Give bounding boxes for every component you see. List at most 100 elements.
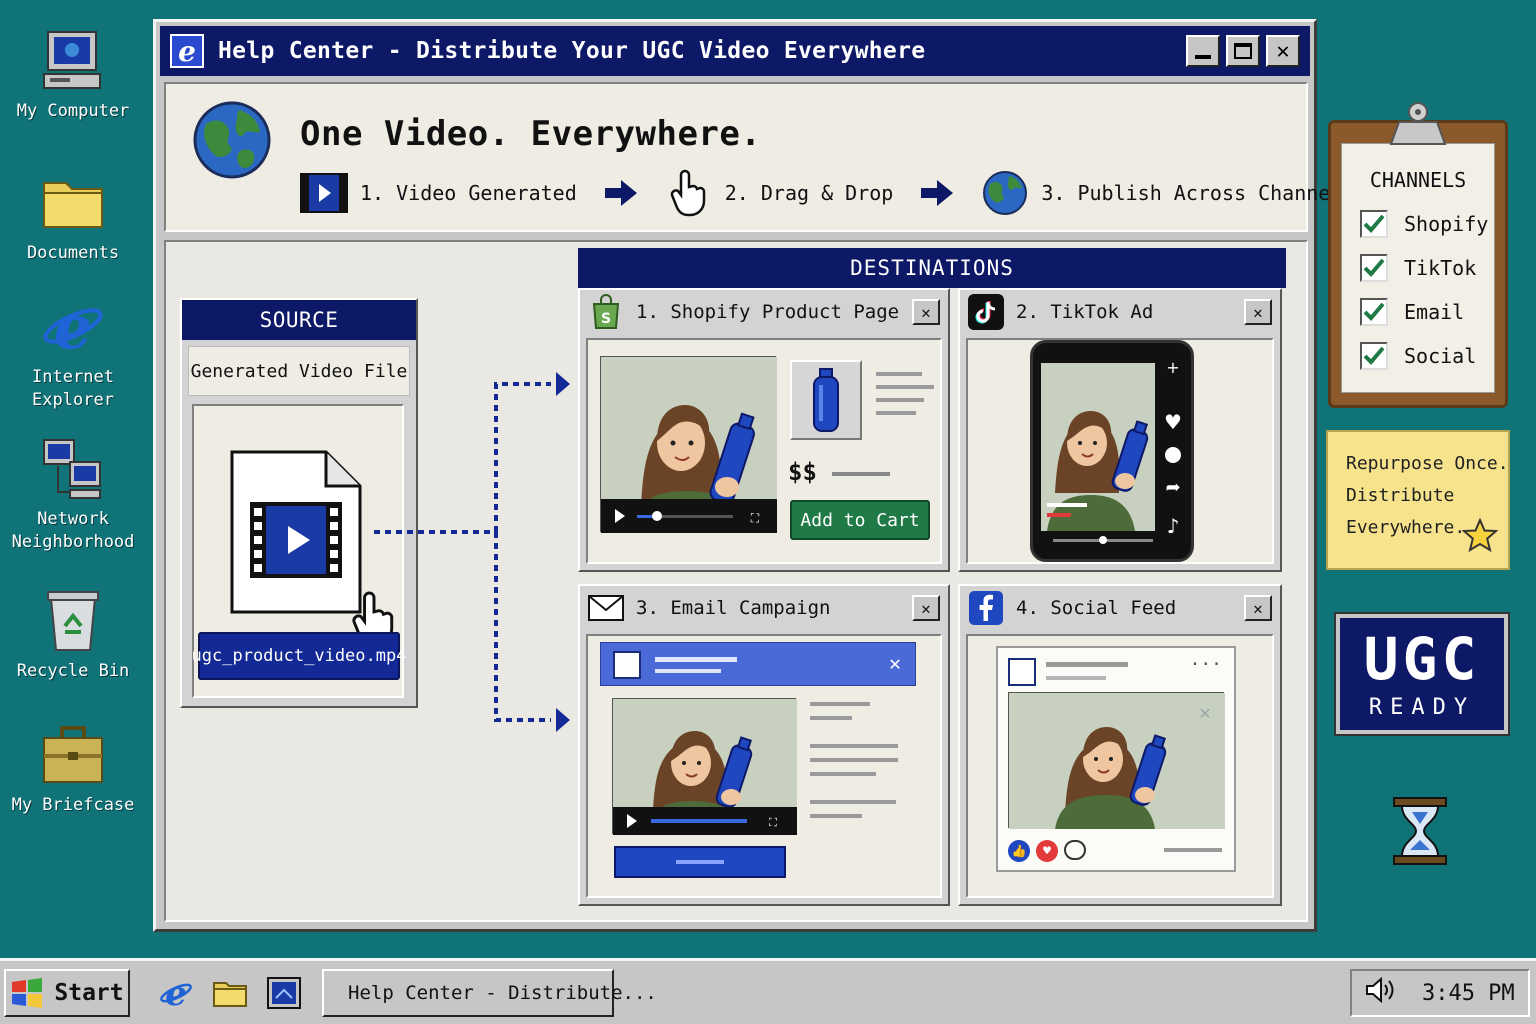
taskbar-item-help-center[interactable]: Help Center - Distribute... [322,969,657,1017]
channel-checkbox-email[interactable]: Email [1360,298,1464,326]
maximize-button[interactable] [1226,35,1260,67]
heart-icon[interactable]: ♥ [1036,840,1058,862]
browser-icon: e [170,34,204,68]
speaker-icon[interactable] [1365,976,1395,1009]
close-button[interactable]: ✕ [1266,35,1300,67]
channel-label: Shopify [1404,212,1489,236]
channel-checkbox-shopify[interactable]: Shopify [1360,210,1488,238]
maximize-icon [1234,43,1252,59]
close-icon: ✕ [921,598,931,618]
monitor-icon [267,977,301,1009]
svg-text:e: e [54,294,92,360]
svg-text:✕: ✕ [1198,704,1211,723]
folder-icon [213,982,247,1007]
bottle-icon [813,368,839,432]
close-panel-button[interactable]: ✕ [912,299,940,325]
minimize-button[interactable] [1186,35,1220,67]
desktop-icon-internet-explorer[interactable]: e Internet Explorer [10,294,136,412]
more-options-icon[interactable]: ··· [1189,654,1222,675]
facebook-icon [968,590,1004,626]
clock: 3:45 PM [1421,980,1515,1006]
window-titlebar[interactable]: e Help Center - Distribute Your UGC Vide… [160,26,1310,76]
phone-mockup[interactable]: + ♥ ➦ ♪ [1030,340,1194,562]
desktop-icon-my-briefcase[interactable]: My Briefcase [10,722,136,817]
video-document-icon [230,450,364,620]
like-icon[interactable]: 👍 [1008,840,1030,862]
hero-banner: One Video. Everywhere. 1. Video Generate… [164,82,1354,232]
internet-explorer-icon: e [40,294,106,360]
social-post-card[interactable]: ··· ✕ 👍 ♥ [996,646,1236,872]
email-sender-line [655,657,737,662]
email-sender-line [655,669,721,673]
globe-icon [192,100,272,180]
svg-text:⛶: ⛶ [769,816,777,829]
ugc-ready-badge: UGC READY [1334,612,1510,736]
channel-label: TikTok [1404,256,1477,280]
checkmark-icon [1360,342,1388,370]
avatar [1008,658,1036,686]
flow-connector [374,372,570,732]
social-preview: ··· ✕ 👍 ♥ [966,634,1274,898]
email-body-lines [810,702,906,818]
close-panel-button[interactable]: ✕ [912,595,940,621]
channel-label: Email [1404,300,1465,324]
desktop-icon-network-neighborhood[interactable]: Network Neighborhood [10,436,136,554]
panel-header: S 1. Shopify Product Page ✕ [580,290,948,334]
svg-text:e: e [178,35,196,68]
description-lines [876,372,936,415]
desktop-icon-label: My Computer [16,101,130,121]
computer-icon [40,28,106,94]
close-icon: ✕ [1253,598,1263,618]
product-thumbnail[interactable] [790,360,862,440]
source-title: SOURCE [182,300,416,340]
internet-explorer-icon: e [160,975,192,1011]
panel-header: 2. TikTok Ad ✕ [960,290,1280,334]
hourglass-icon [1392,796,1448,866]
tiktok-panel-title: 2. TikTok Ad [1016,301,1154,323]
close-icon: ✕ [1253,302,1263,322]
arrow-right-icon [601,170,641,216]
shopify-bag-icon: S [588,294,624,330]
quicklaunch-internet-explorer[interactable]: e [156,973,196,1013]
tiktok-preview: + ♥ ➦ ♪ [966,338,1274,564]
desktop-icon-my-computer[interactable]: My Computer [10,28,136,123]
taskbar: Start e Help Center - Distribute... 3:45… [0,958,1536,1024]
channels-clipboard: CHANNELS Shopify TikTok Email Social [1328,120,1508,408]
email-panel-title: 3. Email Campaign [636,597,831,619]
email-preview: ✕ ⛶ [586,634,942,898]
email-cta-button[interactable] [614,846,786,878]
close-icon[interactable]: ✕ [889,651,901,675]
comment-icon[interactable] [1064,840,1086,860]
avatar [613,651,641,679]
product-price: $$ [788,458,817,486]
quicklaunch-desktop[interactable] [264,973,304,1013]
close-icon: ✕ [1276,38,1290,64]
start-button[interactable]: Start [4,969,130,1017]
checkmark-icon [1360,298,1388,326]
badge-title: UGC [1363,624,1481,693]
svg-text:♪: ♪ [1167,514,1180,538]
svg-text:♥: ♥ [1164,410,1182,434]
add-to-cart-button[interactable]: Add to Cart [790,500,930,540]
desktop-icon-documents[interactable]: Documents [10,170,136,265]
close-panel-button[interactable]: ✕ [1244,595,1272,621]
channels-title: CHANNELS [1369,168,1467,192]
product-video-player[interactable]: ⛶ [600,356,777,533]
close-panel-button[interactable]: ✕ [1244,299,1272,325]
channel-checkbox-tiktok[interactable]: TikTok [1360,254,1476,282]
minimize-icon [1195,55,1211,59]
quicklaunch-folder[interactable] [210,973,250,1013]
desktop-icon-recycle-bin[interactable]: Recycle Bin [10,588,136,683]
creator-thumbnail: ⛶ [613,699,797,835]
tiktok-video: + ♥ ➦ ♪ [1041,358,1182,544]
network-icon [40,436,106,502]
step-label: 1. Video Generated [360,181,577,205]
panel-header: 3. Email Campaign ✕ [580,586,948,630]
work-area: SOURCE Generated Video File ugc_product_… [164,240,1308,922]
close-icon: ✕ [921,302,931,322]
email-video-player[interactable]: ⛶ [612,698,797,835]
help-center-window: e Help Center - Distribute Your UGC Vide… [153,19,1354,932]
desktop-icon-label: Network Neighborhood [11,509,135,552]
star-icon [1461,517,1499,565]
channel-checkbox-social[interactable]: Social [1360,342,1476,370]
